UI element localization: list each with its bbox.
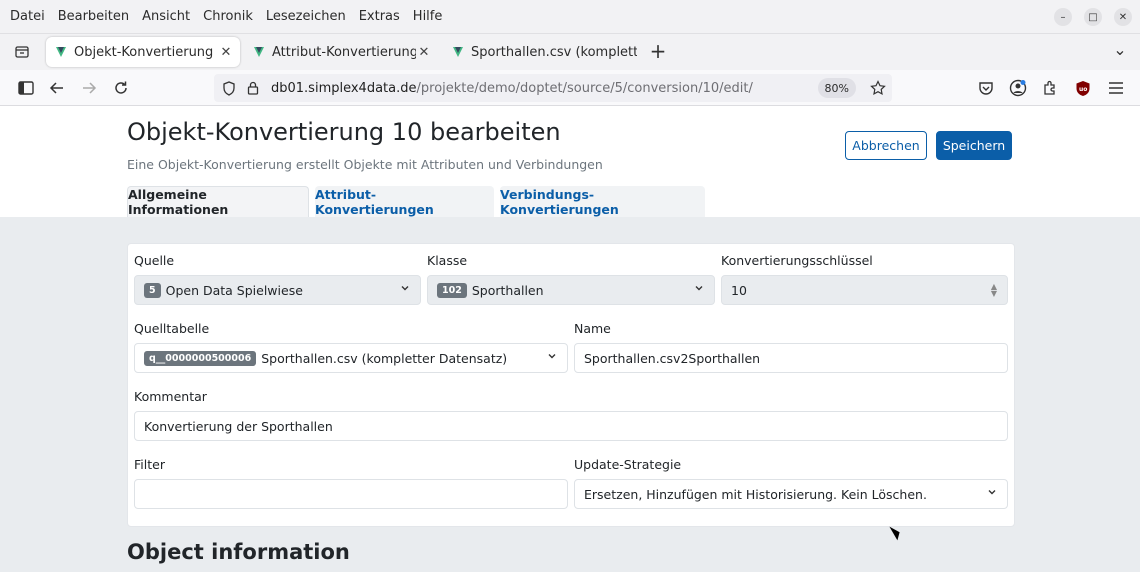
tab-allgemeine-informationen[interactable]: Allgemeine Informationen [127, 186, 309, 217]
tab-verbindungs-konvertierungen[interactable]: Verbindungs-Konvertierungen [500, 186, 705, 217]
tab-overview-icon[interactable] [12, 41, 32, 61]
name-value: Sporthallen.csv2Sporthallen [584, 350, 761, 366]
forward-icon[interactable] [79, 78, 99, 98]
name-label: Name [574, 321, 611, 336]
form-card: Quelle 5 Open Data Spielwiese Klasse 102… [127, 243, 1015, 527]
hamburger-menu-icon[interactable] [1106, 78, 1126, 98]
pocket-icon[interactable] [976, 78, 996, 98]
update-strategie-label: Update-Strategie [574, 457, 682, 472]
tab-attribut-konvertierungen[interactable]: Attribut-Konvertierungen [315, 186, 494, 217]
tab-close-icon[interactable]: ✕ [416, 45, 432, 60]
klasse-label: Klasse [427, 253, 468, 268]
vue-icon [254, 47, 264, 57]
minimize-button[interactable]: – [1054, 8, 1072, 26]
quelltabelle-select[interactable]: q__0000000500006 Sporthallen.csv (komple… [134, 343, 568, 373]
quelltabelle-value: Sporthallen.csv (kompletter Datensatz) [261, 350, 508, 366]
reload-icon[interactable] [111, 78, 131, 98]
new-tab-button[interactable]: + [648, 39, 668, 63]
menu-extras[interactable]: Extras [359, 9, 400, 24]
tab-strip: Objekt-Konvertierung 10 ✕ Attribut-Konve… [0, 34, 1140, 70]
save-button[interactable]: Speichern [936, 131, 1012, 160]
star-icon[interactable] [870, 80, 886, 96]
quelle-value: Open Data Spielwiese [165, 282, 303, 298]
vue-icon [453, 47, 463, 57]
tab-title: Sporthallen.csv (komplett [471, 44, 637, 60]
schluessel-input[interactable]: 10 ▲ ▼ [721, 275, 1008, 305]
page-content: Objekt-Konvertierung 10 bearbeiten Eine … [0, 106, 1140, 572]
list-all-tabs-icon[interactable]: ⌄ [1110, 39, 1130, 59]
vue-icon [56, 47, 66, 57]
shield-icon[interactable] [222, 80, 238, 96]
account-icon[interactable] [1008, 78, 1028, 98]
zoom-indicator[interactable]: 80% [817, 78, 856, 98]
browser-tab-objekt[interactable]: Objekt-Konvertierung 10 ✕ [46, 37, 240, 67]
ublock-icon[interactable]: uo [1073, 78, 1093, 98]
url-text[interactable]: db01.simplex4data.de/projekte/demo/dopte… [271, 81, 753, 96]
browser-tab-sporthallen[interactable]: Sporthallen.csv (komplett [443, 37, 637, 67]
tab-close-icon[interactable]: ✕ [218, 45, 234, 60]
sidebar-icon[interactable] [16, 78, 36, 98]
schluessel-label: Konvertierungsschlüssel [721, 253, 873, 268]
chevron-down-icon [547, 351, 557, 364]
filter-label: Filter [134, 457, 165, 472]
schluessel-value: 10 [731, 282, 747, 298]
url-host: db01.simplex4data.de [271, 80, 417, 96]
kommentar-input[interactable]: Konvertierung der Sporthallen [134, 411, 1008, 441]
cancel-button[interactable]: Abbrechen [845, 131, 927, 160]
quelltabelle-label: Quelltabelle [134, 321, 210, 336]
maximize-button[interactable]: □ [1084, 8, 1102, 26]
update-strategie-value: Ersetzen, Hinzufügen mit Historisierung.… [584, 486, 927, 502]
name-input[interactable]: Sporthallen.csv2Sporthallen [574, 343, 1008, 373]
menu-chronik[interactable]: Chronik [203, 9, 253, 24]
chevron-down-icon [400, 283, 410, 296]
quelltabelle-badge: q__0000000500006 [144, 350, 257, 366]
menu-lesezeichen[interactable]: Lesezeichen [266, 9, 346, 24]
url-bar[interactable]: db01.simplex4data.de/projekte/demo/dopte… [214, 74, 892, 102]
back-icon[interactable] [47, 78, 67, 98]
url-path: /projekte/demo/doptet/source/5/conversio… [416, 80, 753, 96]
page-subtitle: Eine Objekt-Konvertierung erstellt Objek… [127, 157, 603, 172]
menu-bearbeiten[interactable]: Bearbeiten [58, 9, 129, 24]
lock-icon[interactable] [247, 81, 261, 95]
quelle-label: Quelle [134, 253, 175, 268]
navigation-bar: db01.simplex4data.de/projekte/demo/dopte… [0, 70, 1140, 106]
tab-title: Attribut-Konvertierung 4 [272, 44, 416, 60]
menu-bar: Datei Bearbeiten Ansicht Chronik Lesezei… [0, 0, 1140, 34]
browser-tab-attribut[interactable]: Attribut-Konvertierung 4 ✕ [244, 37, 438, 67]
tab-title: Objekt-Konvertierung 10 [74, 44, 218, 60]
quelle-select[interactable]: 5 Open Data Spielwiese [134, 275, 421, 305]
extensions-icon[interactable] [1040, 78, 1060, 98]
update-strategie-select[interactable]: Ersetzen, Hinzufügen mit Historisierung.… [574, 479, 1008, 509]
section-heading-object-information: Object information [127, 540, 350, 564]
chevron-down-icon [987, 487, 997, 500]
page-title: Objekt-Konvertierung 10 bearbeiten [127, 118, 561, 146]
svg-text:uo: uo [1079, 86, 1087, 93]
chevron-down-icon [694, 283, 704, 296]
klasse-select[interactable]: 102 Sporthallen [427, 275, 715, 305]
menu-datei[interactable]: Datei [10, 9, 45, 24]
spinner-icon[interactable]: ▲ ▼ [991, 283, 997, 298]
kommentar-label: Kommentar [134, 389, 207, 404]
quelle-badge: 5 [144, 282, 161, 298]
klasse-value: Sporthallen [471, 282, 544, 298]
menu-ansicht[interactable]: Ansicht [142, 9, 190, 24]
filter-input[interactable] [134, 479, 568, 509]
menu-hilfe[interactable]: Hilfe [413, 9, 443, 24]
window-close-button[interactable]: ✕ [1114, 8, 1132, 26]
kommentar-value: Konvertierung der Sporthallen [144, 418, 333, 434]
klasse-badge: 102 [437, 282, 467, 298]
